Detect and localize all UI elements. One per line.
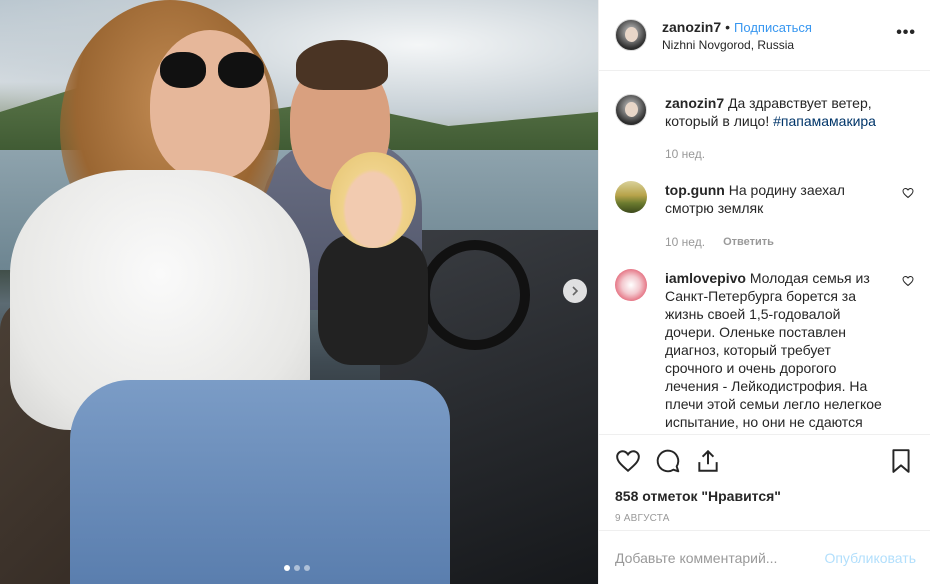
comment-input[interactable] [615,549,825,566]
likes-count[interactable]: 858 отметок "Нравится" [615,487,914,505]
post-header: zanozin7 • Подписаться Nizhni Novgorod, Ru… [599,0,930,71]
heart-icon[interactable] [902,187,914,199]
post-side-panel: zanozin7 • Подписаться Nizhni Novgorod, Ru… [598,0,930,584]
photo-woman-jeans [70,380,450,584]
more-options-icon[interactable]: ••• [896,25,916,41]
publish-button[interactable]: Опубликовать [824,550,916,566]
photo-steering-wheel [420,240,530,350]
carousel-dot [304,565,310,571]
photo-child-body [318,235,428,365]
username-link[interactable]: zanozin7 [662,19,721,35]
caption-comment: zanozin7 Да здравствует ветер, который в… [615,94,914,163]
hashtag-link[interactable]: #папамамакира [773,113,876,129]
post-actions: 858 отметок "Нравится" 9 августа [599,434,930,530]
comment-time[interactable]: 10 нед. [665,145,705,163]
location-link[interactable]: Nizhni Novgorod, Russia [662,37,812,53]
list-item: top.gunn На родину заехал смотрю земляк … [615,181,914,251]
avatar[interactable] [615,94,647,126]
comment-username[interactable]: zanozin7 [665,95,724,111]
heart-icon[interactable] [615,448,641,474]
chevron-right-icon[interactable] [563,279,587,303]
list-item: iamlovepivo Молодая семья из Санкт-Петер… [615,269,914,431]
separator-dot: • [725,18,731,35]
avatar[interactable] [615,19,647,51]
comment-username[interactable]: iamlovepivo [665,270,746,286]
carousel-dots [284,565,310,571]
post-date[interactable]: 9 августа [615,513,914,524]
bookmark-icon[interactable] [888,448,914,474]
avatar[interactable] [615,269,647,301]
photo-child-head [330,152,416,248]
follow-button[interactable]: Подписаться [734,20,812,35]
comment-text: Молодая семья из Санкт-Петербурга боретс… [665,270,882,430]
comment-username[interactable]: top.gunn [665,182,725,198]
photo-sunglasses [160,52,264,92]
post-header-meta: zanozin7 • Подписаться Nizhni Novgorod, Ru… [662,18,812,53]
post-photo[interactable] [0,0,598,584]
heart-icon[interactable] [902,275,914,287]
photo-man-hair [296,40,388,90]
carousel-dot [294,565,300,571]
action-icons [615,447,914,475]
comment-icon[interactable] [655,448,681,474]
reply-button[interactable]: Ответить [723,233,774,251]
comment-time[interactable]: 10 нед. [665,233,705,251]
avatar[interactable] [615,181,647,213]
share-icon[interactable] [695,448,721,474]
add-comment-bar: Опубликовать [599,530,930,584]
carousel-dot [284,565,290,571]
comments-list[interactable]: zanozin7 Да здравствует ветер, который в… [599,72,930,434]
